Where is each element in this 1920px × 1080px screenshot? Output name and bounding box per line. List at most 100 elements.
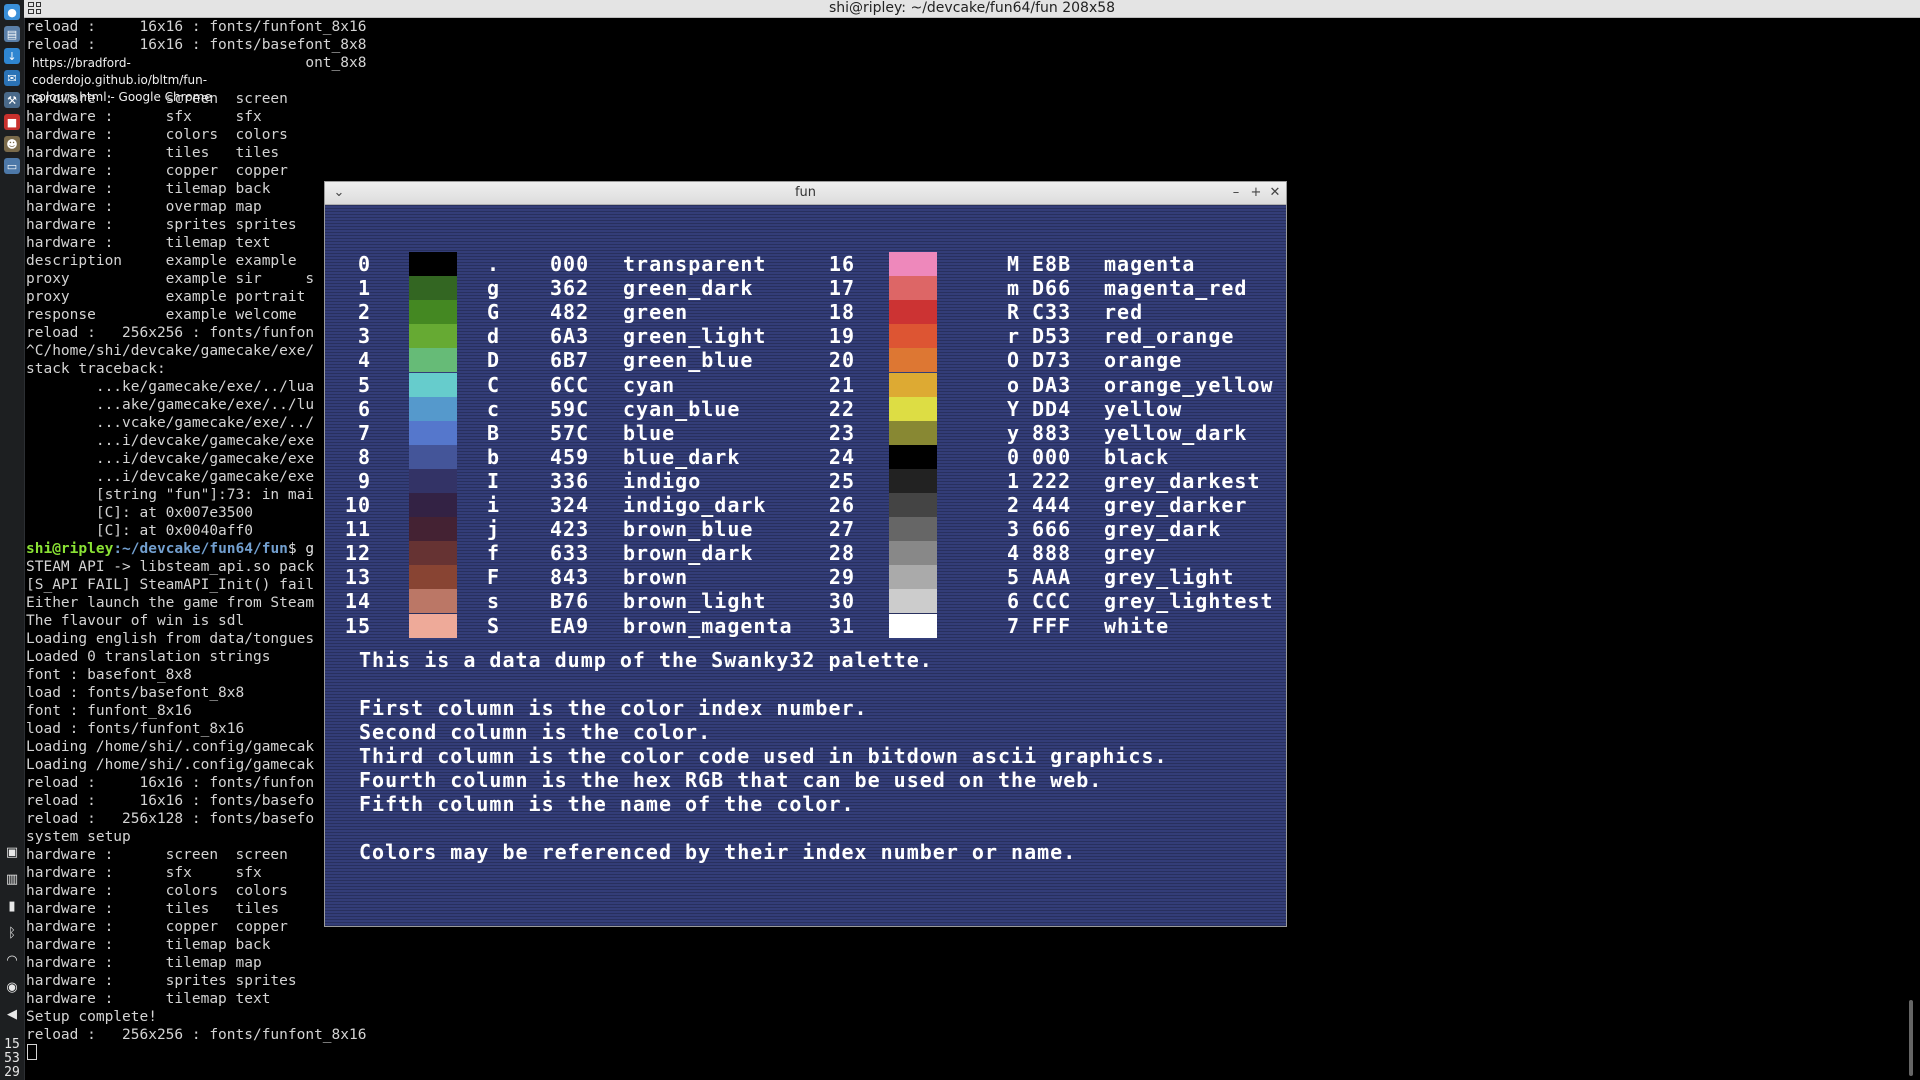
- palette-name: orange: [1104, 348, 1183, 373]
- download-icon[interactable]: ↓: [4, 48, 20, 64]
- wifi-icon[interactable]: ◠: [4, 952, 20, 968]
- palette-row-grey_dark: 27 3 666 grey_dark: [805, 517, 1285, 542]
- clock-hour: 15: [4, 1037, 20, 1052]
- palette-index: 15: [344, 613, 371, 638]
- palette-hex: 59C: [550, 396, 590, 421]
- palette-index: 9: [357, 468, 371, 493]
- palette-row-orange_yellow: 21 o DA3 orange_yellow: [805, 372, 1285, 397]
- palette-code: C: [487, 372, 501, 397]
- steam-icon[interactable]: ◉: [4, 979, 20, 995]
- palette-info-line: Second column is the color.: [359, 719, 712, 744]
- palette-swatch: [409, 420, 457, 445]
- maximize-button[interactable]: +: [1248, 185, 1264, 201]
- palette-name: grey_darkest: [1104, 468, 1261, 493]
- minimize-button[interactable]: –: [1228, 185, 1244, 201]
- palette-code: b: [487, 444, 501, 469]
- terminal-titlebar[interactable]: shi@ripley: ~/devcake/fun64/fun 208x58: [24, 0, 1920, 18]
- palette-code: f: [487, 541, 501, 566]
- palette-row-yellow: 22 Y DD4 yellow: [805, 396, 1285, 421]
- palette-swatch: [889, 372, 937, 397]
- battery-icon[interactable]: ▮: [4, 898, 20, 914]
- palette-name: red: [1104, 300, 1144, 325]
- palette-row-blue_dark: 8 b 459 blue_dark: [325, 444, 805, 469]
- terminal-scroll-thumb[interactable]: [1909, 1000, 1913, 1076]
- terminal-line: hardware : sprites sprites: [26, 973, 297, 989]
- palette-code: F: [487, 565, 501, 590]
- palette-name: brown: [623, 565, 689, 590]
- terminal-line: reload : 256x256 : fonts/funfont_8x16: [26, 1027, 367, 1043]
- palette-code: I: [487, 468, 501, 493]
- files-icon[interactable]: ▤: [4, 26, 20, 42]
- palette-swatch: [409, 541, 457, 566]
- palette-hex: 888: [1032, 541, 1072, 566]
- screenshot-icon[interactable]: ▣: [4, 844, 20, 860]
- palette-hex: FFF: [1032, 613, 1072, 638]
- palette-name: green: [623, 300, 689, 325]
- palette-hex: 336: [550, 468, 590, 493]
- palette-index: 3: [357, 324, 371, 349]
- dock-panel: ● ▤ ↓ ✉ ⚒ ■ ☻ ▭ ▣ ▥ ▮ ᛒ ◠ ◉ ◀ 15 53 29: [0, 0, 25, 1080]
- close-button[interactable]: ✕: [1267, 185, 1283, 201]
- palette-name: green_blue: [623, 348, 754, 373]
- palette-index: 17: [828, 276, 855, 301]
- palette-index: 11: [344, 517, 371, 542]
- palette-row-green: 2 G 482 green: [325, 300, 805, 325]
- palette-index: 7: [357, 420, 371, 445]
- red-app-icon[interactable]: ■: [4, 114, 20, 130]
- palette-row-indigo_dark: 10 i 324 indigo_dark: [325, 493, 805, 517]
- gimp-icon[interactable]: ☻: [4, 136, 20, 152]
- palette-swatch: [409, 613, 457, 638]
- palette-hex: 000: [1032, 444, 1072, 469]
- terminal-line: reload : 16x16 : fonts/funfont_8x16: [26, 19, 367, 35]
- palette-name: cyan_blue: [623, 396, 741, 421]
- volume-icon[interactable]: ◀: [4, 1006, 20, 1022]
- palette-index: 27: [828, 517, 855, 542]
- palette-name: green_dark: [623, 276, 754, 301]
- tool-icon[interactable]: ⚒: [4, 92, 20, 108]
- palette-row-grey: 28 4 888 grey: [805, 541, 1285, 566]
- palette-canvas[interactable]: 0. 000 transparent 1 g 362 green_dark 2 G 482 gree…: [325, 205, 1286, 926]
- thunderbird-icon[interactable]: ✉: [4, 70, 20, 86]
- palette-swatch: [889, 324, 937, 349]
- terminal-line: hardware : copper copper: [26, 163, 288, 179]
- palette-code: .: [487, 252, 501, 276]
- palette-row-grey_darkest: 25 1 222 grey_darkest: [805, 468, 1285, 493]
- palette-index: 31: [828, 613, 855, 638]
- palette-code: r: [1007, 324, 1021, 349]
- palette-hex: 324: [550, 493, 590, 517]
- palette-code: m: [1007, 276, 1021, 301]
- fun-window[interactable]: ⌄ fun – + ✕ 0. 000 transparent 1 g 362 green_d…: [324, 181, 1287, 927]
- terminal-line: hardware : tilemap back: [26, 937, 271, 953]
- palette-swatch: [409, 324, 457, 349]
- palette-index: 4: [357, 348, 371, 373]
- fun-window-titlebar[interactable]: ⌄ fun – + ✕: [325, 182, 1286, 205]
- clock[interactable]: 15 53 29: [0, 1038, 24, 1080]
- palette-swatch: [409, 396, 457, 421]
- clock-minute: 53: [4, 1051, 20, 1066]
- storage-icon[interactable]: ▥: [4, 871, 20, 887]
- palette-code: 1: [1007, 468, 1021, 493]
- palette-hex: 000: [550, 252, 590, 276]
- chrome-icon[interactable]: ●: [4, 4, 20, 20]
- terminal-scrollbar[interactable]: [1908, 20, 1914, 1076]
- fun-window-title: fun: [794, 185, 817, 200]
- terminal-line: hardware : screen screen: [26, 91, 288, 107]
- palette-swatch: [889, 396, 937, 421]
- palette-row-blue: 7 B 57C blue: [325, 420, 805, 445]
- palette-swatch: [409, 468, 457, 493]
- palette-row-brown_magenta: 15 S EA9 brown_magenta: [325, 613, 805, 638]
- palette-code: S: [487, 613, 501, 638]
- window-icon[interactable]: ▭: [4, 158, 20, 174]
- palette-name: magenta_red: [1104, 276, 1248, 301]
- palette-hex: DA3: [1032, 372, 1072, 397]
- palette-index: 0: [357, 252, 371, 276]
- terminal-line: system setup: [26, 72, 1906, 90]
- palette-swatch: [889, 517, 937, 542]
- palette-index: 20: [828, 348, 855, 373]
- palette-hex: D53: [1032, 324, 1072, 349]
- palette-name: blue: [623, 420, 676, 445]
- bluetooth-icon[interactable]: ᛒ: [4, 925, 20, 941]
- palette-hex: 459: [550, 444, 590, 469]
- palette-code: i: [487, 493, 501, 517]
- palette-index: 12: [344, 541, 371, 566]
